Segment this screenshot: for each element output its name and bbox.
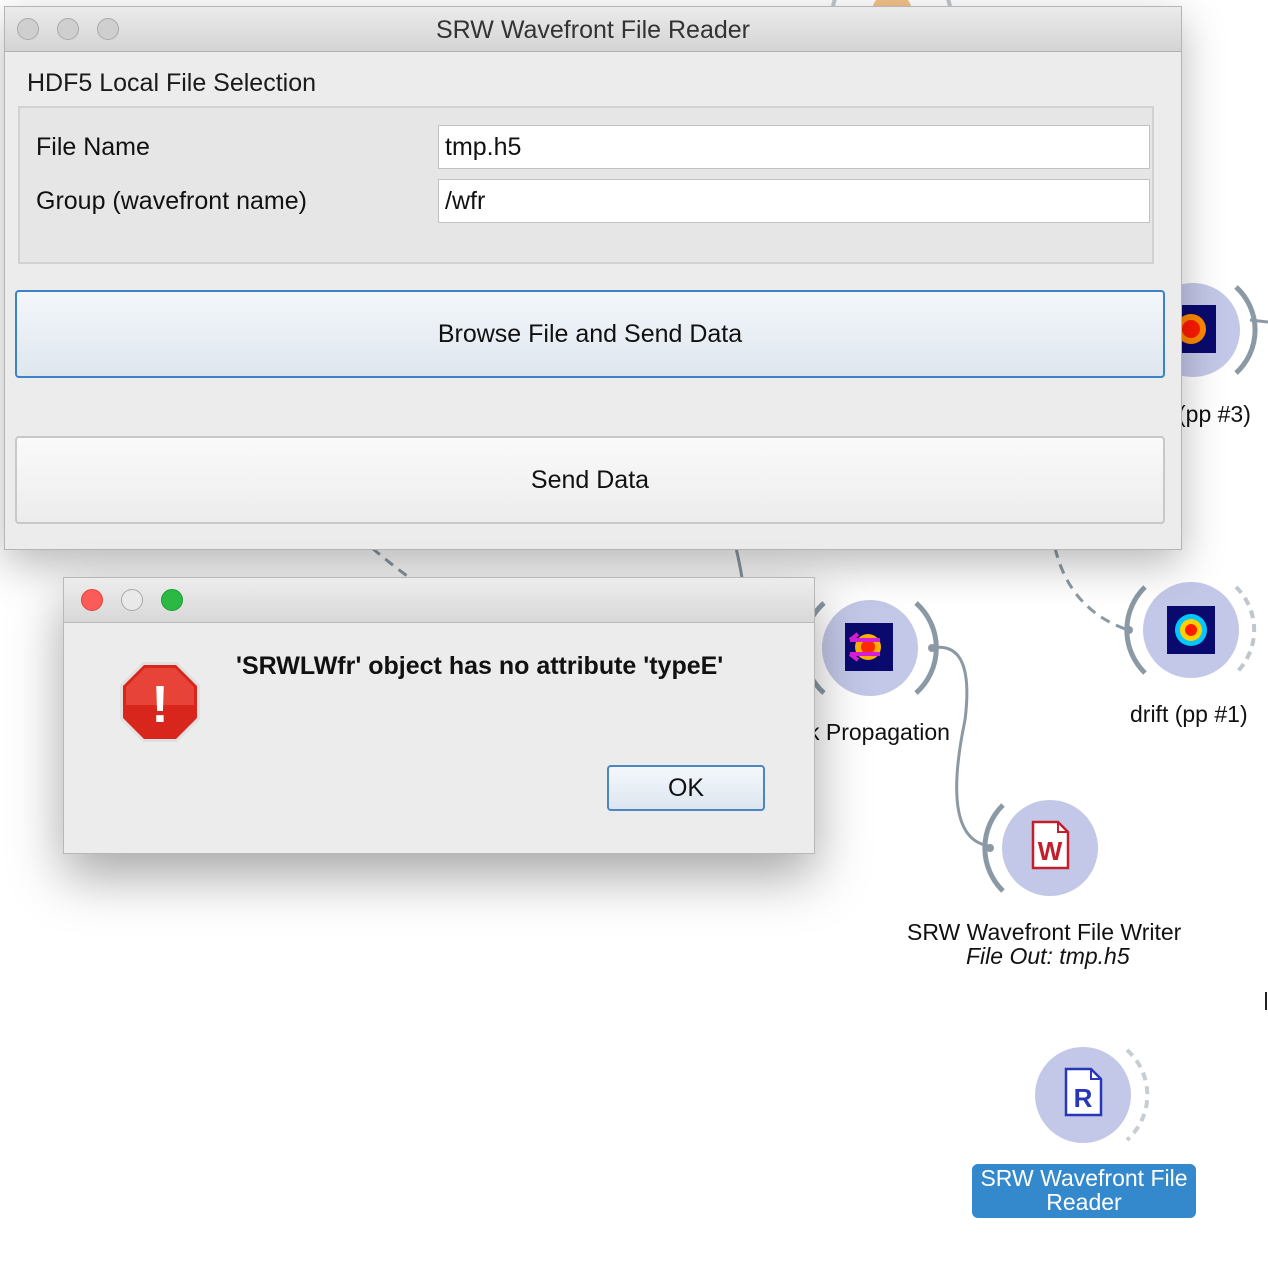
writer-icon-letter: W	[1038, 836, 1063, 866]
file-name-input[interactable]	[438, 125, 1150, 169]
ok-button[interactable]: OK	[607, 765, 765, 811]
link-solid-1	[734, 547, 744, 579]
send-data-button[interactable]: Send Data	[15, 436, 1165, 524]
window-title: SRW Wavefront File Reader	[436, 16, 750, 44]
node-label-reader-selected[interactable]: SRW Wavefront File Reader	[972, 1164, 1196, 1218]
link-dashed-2	[1053, 547, 1129, 632]
file-reader-window: SRW Wavefront File Reader HDF5 Local Fil…	[4, 6, 1182, 550]
reader-label-line2: Reader	[1046, 1189, 1122, 1215]
alert-glyph: !	[151, 676, 168, 734]
dialog-titlebar[interactable]	[64, 578, 814, 623]
node-sublabel-writer: File Out: tmp.h5	[966, 943, 1130, 969]
error-dialog: ! 'SRWLWfr' object has no attribute 'typ…	[63, 577, 815, 854]
file-name-label: File Name	[36, 133, 150, 161]
node-label-propagation: k Propagation	[808, 719, 950, 745]
close-icon[interactable]	[81, 589, 103, 611]
node-label-writer: SRW Wavefront File Writer	[907, 919, 1182, 945]
minimize-icon[interactable]	[121, 589, 143, 611]
node-file-reader[interactable]: R	[1035, 1047, 1150, 1143]
window-titlebar[interactable]: SRW Wavefront File Reader	[5, 7, 1181, 52]
group-name-input[interactable]	[438, 179, 1150, 223]
link-dashed-1	[371, 546, 411, 580]
node-drift-pp1[interactable]	[1124, 582, 1257, 678]
error-message: 'SRWLWfr' object has no attribute 'typeE…	[236, 652, 724, 680]
file-selection-group: File Name Group (wavefront name)	[18, 106, 1154, 264]
section-title: HDF5 Local File Selection	[27, 69, 317, 97]
node-label-drift: drift (pp #1)	[1130, 701, 1248, 727]
stop-alert-icon: !	[120, 662, 200, 742]
reader-icon-letter: R	[1074, 1083, 1093, 1113]
group-name-label: Group (wavefront name)	[36, 187, 307, 215]
reader-label-line1: SRW Wavefront File	[980, 1165, 1188, 1191]
zoom-icon[interactable]	[161, 589, 183, 611]
node-file-writer[interactable]: W	[982, 800, 1098, 896]
node-propagation[interactable]	[801, 600, 939, 696]
browse-file-button[interactable]: Browse File and Send Data	[15, 290, 1165, 378]
node-label-pp3: (pp #3)	[1178, 401, 1251, 427]
link-propagation-writer	[931, 645, 991, 848]
